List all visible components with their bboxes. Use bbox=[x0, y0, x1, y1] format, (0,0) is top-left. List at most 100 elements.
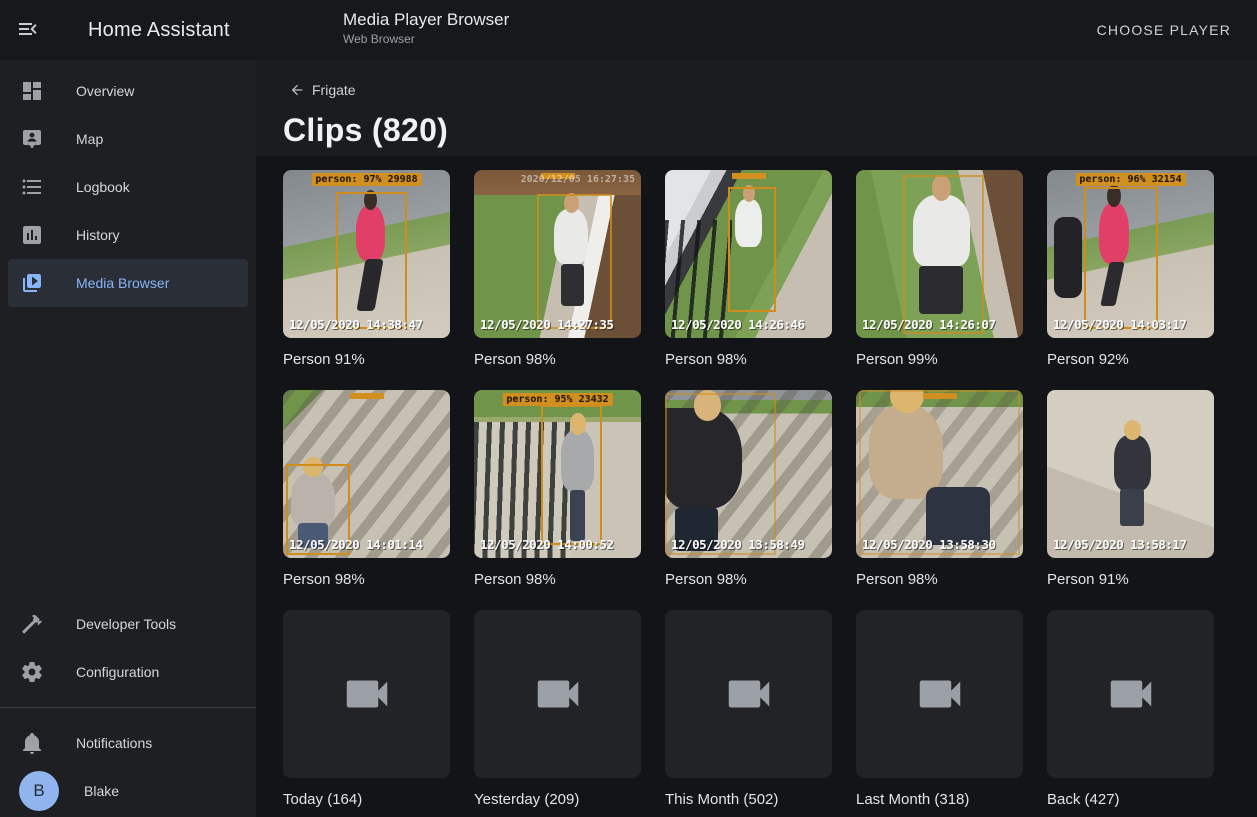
detection-label: person: 97% 29988 bbox=[311, 173, 421, 186]
detection-label bbox=[923, 393, 957, 399]
timestamp-overlay: 12/05/2020 13:58:30 bbox=[862, 537, 996, 552]
clip-item[interactable]: 12/05/2020 13:58:49 Person 98% bbox=[665, 390, 832, 610]
timestamp-overlay: 12/05/2020 14:01:14 bbox=[289, 537, 423, 552]
account-location-icon bbox=[20, 127, 44, 151]
clip-caption: Person 98% bbox=[665, 571, 832, 588]
folder-thumbnail bbox=[856, 610, 1023, 778]
chart-box-icon bbox=[20, 223, 44, 247]
user-name: Blake bbox=[84, 783, 119, 799]
sidebar: Overview Map Logbook History bbox=[0, 60, 256, 817]
clip-item[interactable]: 12/05/2020 14:01:14 Person 98% bbox=[283, 390, 450, 610]
clip-caption: Person 98% bbox=[665, 351, 832, 368]
clip-thumbnail: 12/05/2020 14:26:07 bbox=[856, 170, 1023, 338]
play-box-multiple-icon bbox=[20, 271, 44, 295]
clip-item[interactable]: 12/05/2020 13:58:30 Person 98% bbox=[856, 390, 1023, 610]
detection-bbox bbox=[541, 405, 602, 545]
clip-thumbnail: person: 95% 23432 12/05/2020 14:00:52 bbox=[474, 390, 641, 558]
camera-timestamp: 2020/12/05 16:27:35 bbox=[521, 174, 635, 185]
person-figure bbox=[1114, 435, 1151, 490]
clip-item[interactable]: person: 95% 23432 12/05/2020 14:00:52 Pe… bbox=[474, 390, 641, 610]
folder-thumbnail bbox=[1047, 610, 1214, 778]
detection-label bbox=[350, 393, 384, 399]
arrow-left-icon bbox=[289, 82, 305, 98]
detection-bbox bbox=[336, 192, 407, 329]
breadcrumb-back[interactable]: Frigate bbox=[283, 60, 362, 99]
timestamp-overlay: 12/05/2020 14:27:35 bbox=[480, 317, 614, 332]
sidebar-divider bbox=[0, 707, 256, 708]
detection-bbox bbox=[859, 390, 1020, 555]
media-subtitle: Web Browser bbox=[343, 31, 509, 47]
clip-caption: Person 98% bbox=[474, 351, 641, 368]
sidebar-item-map[interactable]: Map bbox=[8, 115, 248, 163]
folder-caption: Back (427) bbox=[1047, 791, 1214, 808]
clip-item[interactable]: 12/05/2020 14:26:46 Person 98% bbox=[665, 170, 832, 390]
media-header: Frigate Clips (820) bbox=[256, 60, 1257, 156]
clip-item[interactable]: 12/05/2020 14:26:07 Person 99% bbox=[856, 170, 1023, 390]
detection-bbox bbox=[903, 175, 984, 334]
app-title: Home Assistant bbox=[88, 19, 230, 42]
timestamp-overlay: 12/05/2020 14:00:52 bbox=[480, 537, 614, 552]
list-icon bbox=[20, 175, 44, 199]
timestamp-overlay: 12/05/2020 13:58:49 bbox=[671, 537, 805, 552]
sidebar-item-configuration[interactable]: Configuration bbox=[8, 648, 248, 696]
media-title: Media Player Browser bbox=[343, 9, 509, 31]
clip-item[interactable]: person: 97% 29988 12/05/2020 14:38:47 Pe… bbox=[283, 170, 450, 390]
sidebar-item-history[interactable]: History bbox=[8, 211, 248, 259]
video-icon bbox=[531, 667, 585, 721]
scene-detail bbox=[1120, 489, 1143, 526]
sidebar-item-overview[interactable]: Overview bbox=[8, 67, 248, 115]
menu-open-icon bbox=[16, 17, 40, 44]
clip-thumbnail: 12/05/2020 13:58:30 bbox=[856, 390, 1023, 558]
timestamp-overlay: 12/05/2020 14:26:46 bbox=[671, 317, 805, 332]
page-title: Clips (820) bbox=[283, 112, 1257, 149]
detection-bbox bbox=[665, 393, 776, 555]
detection-label bbox=[732, 173, 766, 179]
sidebar-item-media-browser[interactable]: Media Browser bbox=[8, 259, 248, 307]
video-icon bbox=[340, 667, 394, 721]
detection-bbox bbox=[537, 194, 611, 329]
clip-caption: Person 98% bbox=[283, 571, 450, 588]
detection-label: person: 95% 23432 bbox=[502, 393, 612, 406]
folder-item[interactable]: Back (427) bbox=[1047, 610, 1214, 817]
folder-thumbnail bbox=[283, 610, 450, 778]
home-assistant-app: Home Assistant Media Player Browser Web … bbox=[0, 0, 1257, 817]
media-content: person: 97% 29988 12/05/2020 14:38:47 Pe… bbox=[256, 156, 1257, 817]
sidebar-toggle-button[interactable] bbox=[0, 0, 56, 60]
dashboard-icon bbox=[20, 79, 44, 103]
folder-item[interactable]: Yesterday (209) bbox=[474, 610, 641, 817]
folder-thumbnail bbox=[665, 610, 832, 778]
clip-caption: Person 91% bbox=[283, 351, 450, 368]
clip-item[interactable]: 12/05/2020 13:58:17 Person 91% bbox=[1047, 390, 1214, 610]
detection-bbox bbox=[1084, 187, 1158, 329]
folder-thumbnail bbox=[474, 610, 641, 778]
sidebar-item-developer-tools[interactable]: Developer Tools bbox=[8, 600, 248, 648]
clip-caption: Person 92% bbox=[1047, 351, 1214, 368]
bell-icon bbox=[20, 731, 44, 755]
timestamp-overlay: 12/05/2020 13:58:17 bbox=[1053, 537, 1187, 552]
clip-thumbnail: 12/05/2020 13:58:17 bbox=[1047, 390, 1214, 558]
clip-item[interactable]: person: 96% 32154 12/05/2020 14:03:17 Pe… bbox=[1047, 170, 1214, 390]
main-panel: Frigate Clips (820) person: 97% 29988 12… bbox=[256, 60, 1257, 817]
sidebar-item-logbook[interactable]: Logbook bbox=[8, 163, 248, 211]
folder-item[interactable]: Last Month (318) bbox=[856, 610, 1023, 817]
choose-player-button[interactable]: CHOOSE PLAYER bbox=[1091, 0, 1237, 60]
folder-item[interactable]: Today (164) bbox=[283, 610, 450, 817]
clips-grid: person: 97% 29988 12/05/2020 14:38:47 Pe… bbox=[283, 170, 1257, 817]
clip-thumbnail: 12/05/2020 14:01:14 bbox=[283, 390, 450, 558]
sidebar-item-user-profile[interactable]: B Blake bbox=[8, 767, 248, 815]
clip-thumbnail: 12/05/2020 14:26:46 bbox=[665, 170, 832, 338]
clip-caption: Person 91% bbox=[1047, 571, 1214, 588]
clip-caption: Person 99% bbox=[856, 351, 1023, 368]
timestamp-overlay: 12/05/2020 14:03:17 bbox=[1053, 317, 1187, 332]
clip-thumbnail: 2020/12/05 16:27:35 12/05/2020 14:27:35 bbox=[474, 170, 641, 338]
sidebar-item-notifications[interactable]: Notifications bbox=[8, 719, 248, 767]
folder-caption: This Month (502) bbox=[665, 791, 832, 808]
gear-icon bbox=[20, 660, 44, 684]
clip-thumbnail: 12/05/2020 13:58:49 bbox=[665, 390, 832, 558]
clip-item[interactable]: 2020/12/05 16:27:35 12/05/2020 14:27:35 … bbox=[474, 170, 641, 390]
top-app-bar: Home Assistant Media Player Browser Web … bbox=[0, 0, 1257, 60]
folder-item[interactable]: This Month (502) bbox=[665, 610, 832, 817]
detection-label: person: 96% 32154 bbox=[1075, 173, 1185, 186]
clip-caption: Person 98% bbox=[856, 571, 1023, 588]
clip-thumbnail: person: 97% 29988 12/05/2020 14:38:47 bbox=[283, 170, 450, 338]
